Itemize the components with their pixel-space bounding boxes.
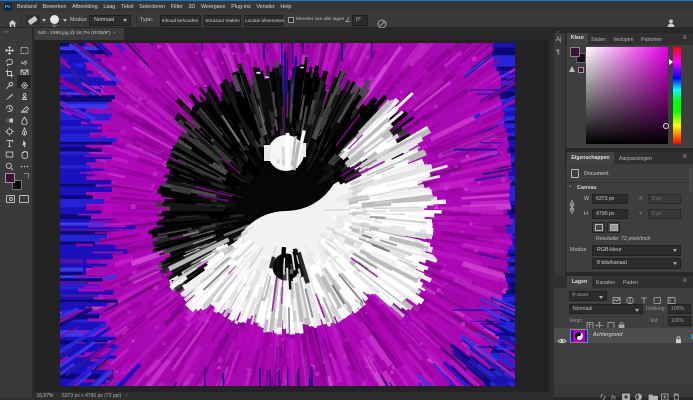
svg-text:fx: fx xyxy=(611,394,617,400)
